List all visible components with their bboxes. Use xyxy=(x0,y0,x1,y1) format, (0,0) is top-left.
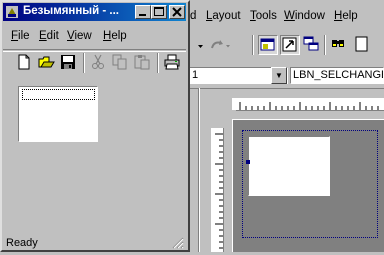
menu-edit[interactable]: Edit xyxy=(39,30,59,42)
close-button[interactable] xyxy=(169,5,185,19)
app-icon[interactable] xyxy=(5,5,19,19)
workspace-toggle-icon[interactable] xyxy=(258,35,278,55)
cut-icon[interactable] xyxy=(89,53,109,73)
find-in-files-icon[interactable] xyxy=(330,35,350,55)
background-menubar: d Layout Tools Window Help xyxy=(186,6,384,28)
size-grip-icon[interactable] xyxy=(172,237,184,249)
maximize-icon xyxy=(154,7,164,16)
toolbar xyxy=(3,49,186,74)
bg-menu-help[interactable]: Help xyxy=(334,10,358,22)
window-title: Безымянный - ... xyxy=(23,5,120,17)
editor-divider xyxy=(186,88,384,89)
resize-handle[interactable] xyxy=(246,160,250,164)
ruler-corner xyxy=(232,98,236,110)
paste-icon[interactable] xyxy=(133,53,153,73)
listbox[interactable] xyxy=(18,86,98,142)
output-window-icon[interactable] xyxy=(280,35,300,55)
message-combo[interactable]: LBN_SELCHANGE xyxy=(290,67,384,84)
minimize-icon xyxy=(139,14,146,16)
dialog-listbox-control[interactable] xyxy=(248,136,330,196)
toolbar-separator xyxy=(157,53,159,73)
bg-menu-tools[interactable]: Tools xyxy=(250,10,277,22)
chevron-down-icon[interactable]: ▼ xyxy=(271,67,287,84)
save-icon[interactable] xyxy=(59,53,79,73)
maximize-button[interactable] xyxy=(151,5,167,19)
window-list-icon[interactable] xyxy=(302,35,322,55)
menu-file[interactable]: File xyxy=(11,30,30,42)
copy-icon[interactable] xyxy=(111,53,131,73)
toolbar-row xyxy=(3,51,186,74)
background-toolbar xyxy=(186,32,384,58)
minimize-button[interactable] xyxy=(135,5,151,19)
horizontal-ruler xyxy=(236,98,384,111)
toolbar-separator xyxy=(252,35,254,55)
status-bar: Ready xyxy=(3,234,186,250)
open-icon[interactable] xyxy=(37,53,57,73)
menu-view[interactable]: View xyxy=(67,30,92,42)
new-icon[interactable] xyxy=(15,53,35,73)
ruler-ticks xyxy=(215,133,223,249)
document-icon[interactable] xyxy=(352,35,372,55)
status-text: Ready xyxy=(6,237,38,249)
bg-menu-window[interactable]: Window xyxy=(284,10,325,22)
ruler-ticks xyxy=(239,102,379,110)
toolbar-separator xyxy=(324,35,326,55)
bg-menu-partial[interactable]: d xyxy=(190,10,196,22)
print-icon[interactable] xyxy=(163,53,183,73)
bg-menu-layout-label: ayout xyxy=(212,10,241,22)
menubar: File Edit View Help xyxy=(3,25,186,44)
pane-splitter[interactable] xyxy=(198,88,200,252)
redo-icon[interactable] xyxy=(208,35,230,55)
toolbar-separator xyxy=(83,53,85,73)
listbox-focus-item[interactable] xyxy=(22,89,95,100)
menu-help[interactable]: Help xyxy=(103,30,127,42)
bg-menu-layout[interactable]: Layout xyxy=(206,10,241,22)
vertical-ruler xyxy=(211,128,224,252)
title-bar[interactable]: Безымянный - ... xyxy=(3,3,186,21)
close-icon xyxy=(172,7,182,17)
